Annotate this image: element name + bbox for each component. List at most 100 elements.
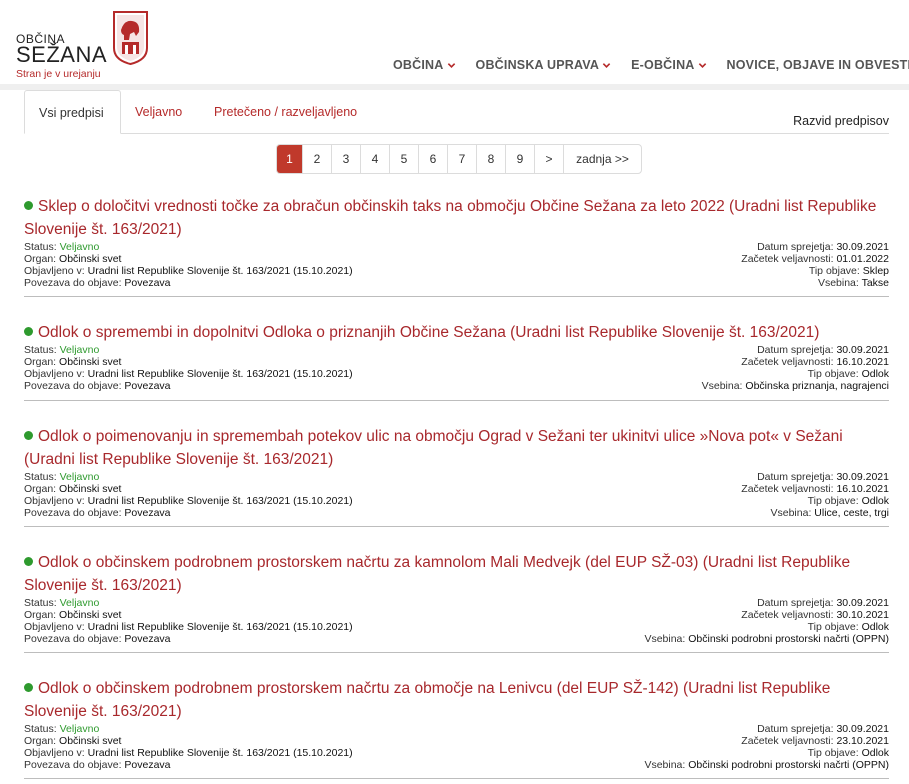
- tip-objave-row: Tip objave: Odlok: [644, 747, 889, 759]
- page-6-button[interactable]: 6: [418, 145, 447, 173]
- meta-left: Status: Veljavno Organ: Občinski svet Obja…: [24, 241, 353, 289]
- povezava-value[interactable]: Povezava: [124, 633, 170, 645]
- nav-item-4[interactable]: NOVICE, OBJAVE IN OBVESTI: [727, 56, 909, 74]
- page-7-button[interactable]: 7: [447, 145, 476, 173]
- vsebina-value: Občinski podrobni prostorski načrti (OPP…: [688, 759, 889, 771]
- chevron-down-icon: [602, 63, 611, 68]
- regulation-title-text: Odlok o občinskem podrobnem prostorskem …: [24, 680, 831, 720]
- regulation-title-link[interactable]: Odlok o občinskem podrobnem prostorskem …: [24, 551, 889, 597]
- vsebina-label: Vsebina:: [644, 633, 686, 645]
- organ-label: Organ:: [24, 735, 57, 747]
- regulation-tabs: Vsi predpisi Veljavno Pretečeno / razvel…: [24, 90, 889, 134]
- zacetek-veljavnosti-label: Začetek veljavnosti:: [741, 735, 834, 747]
- regulation-entry: Odlok o občinskem podrobnem prostorskem …: [24, 677, 889, 779]
- tip-objave-value: Odlok: [861, 747, 889, 759]
- regulation-entry: Odlok o poimenovanju in spremembah potek…: [24, 425, 889, 527]
- tip-objave-label: Tip objave:: [807, 747, 859, 759]
- main-nav: OBČINA OBČINSKA UPRAVA E-OBČINA NOVICE, OBJ…: [393, 56, 909, 74]
- tip-objave-row: Tip objave: Odlok: [741, 495, 889, 507]
- tip-objave-row: Tip objave: Odlok: [702, 368, 889, 380]
- razvid-predpisov-link[interactable]: Razvid predpisov: [793, 114, 889, 128]
- zacetek-veljavnosti-row: Začetek veljavnosti: 23.10.2021: [644, 735, 889, 747]
- datum-sprejetja-row: Datum sprejetja: 30.09.2021: [741, 471, 889, 483]
- zacetek-veljavnosti-row: Začetek veljavnosti: 01.01.2022: [741, 253, 889, 265]
- regulation-title-link[interactable]: Sklep o določitvi vrednosti točke za obr…: [24, 195, 889, 241]
- tip-objave-label: Tip objave:: [808, 265, 860, 277]
- page-3-button[interactable]: 3: [331, 145, 360, 173]
- povezava-value[interactable]: Povezava: [124, 380, 170, 392]
- datum-sprejetja-label: Datum sprejetja:: [757, 471, 834, 483]
- zacetek-veljavnosti-value: 23.10.2021: [836, 735, 889, 747]
- objavljeno-value: Uradni list Republike Slovenije št. 163/…: [87, 747, 353, 759]
- logo-sezana-text: SEŽANA: [16, 42, 108, 67]
- zacetek-veljavnosti-value: 30.10.2021: [836, 609, 889, 621]
- chevron-down-icon: [698, 63, 706, 68]
- organ-value: Občinski svet: [59, 483, 122, 495]
- povezava-row: Povezava do objave: Povezava: [24, 759, 353, 771]
- organ-value: Občinski svet: [59, 735, 122, 747]
- datum-sprejetja-row: Datum sprejetja: 30.09.2021: [702, 344, 889, 356]
- status-row: Status: Veljavno: [24, 597, 353, 609]
- vsebina-value: Takse: [861, 277, 889, 289]
- meta-right: Datum sprejetja: 30.09.2021 Začetek velja…: [644, 597, 889, 645]
- zacetek-veljavnosti-label: Začetek veljavnosti:: [741, 356, 834, 368]
- organ-value: Občinski svet: [59, 609, 122, 621]
- organ-label: Organ:: [24, 609, 57, 621]
- objavljeno-label: Objavljeno v:: [24, 265, 85, 277]
- vsebina-value: Ulice, ceste, trgi: [814, 507, 889, 519]
- next-page-button[interactable]: >: [534, 145, 563, 173]
- regulation-title-text: Odlok o občinskem podrobnem prostorskem …: [24, 554, 851, 594]
- status-dot-icon: [24, 683, 33, 692]
- datum-sprejetja-label: Datum sprejetja:: [757, 241, 834, 253]
- regulation-entry: Odlok o občinskem podrobnem prostorskem …: [24, 551, 889, 653]
- objavljeno-row: Objavljeno v: Uradni list Republike Slov…: [24, 747, 353, 759]
- nav-item-label: NOVICE, OBJAVE IN OBVESTI: [726, 58, 909, 72]
- meta-right: Datum sprejetja: 30.09.2021 Začetek velja…: [644, 723, 889, 771]
- status-label: Status:: [24, 597, 57, 609]
- status-row: Status: Veljavno: [24, 344, 353, 356]
- tip-objave-value: Odlok: [861, 495, 889, 507]
- regulation-title-link[interactable]: Odlok o poimenovanju in spremembah potek…: [24, 425, 889, 471]
- povezava-value[interactable]: Povezava: [124, 277, 170, 289]
- page-9-button[interactable]: 9: [505, 145, 534, 173]
- povezava-value[interactable]: Povezava: [124, 759, 170, 771]
- tab-veljavno[interactable]: Veljavno: [121, 90, 196, 134]
- regulation-title-link[interactable]: Odlok o občinskem podrobnem prostorskem …: [24, 677, 889, 723]
- status-label: Status:: [24, 241, 57, 253]
- tip-objave-label: Tip objave:: [807, 495, 859, 507]
- nav-item-3[interactable]: E-OBČINA: [631, 56, 706, 74]
- page-8-button[interactable]: 8: [476, 145, 505, 173]
- povezava-value[interactable]: Povezava: [124, 507, 170, 519]
- organ-row: Organ: Občinski svet: [24, 609, 353, 621]
- povezava-row: Povezava do objave: Povezava: [24, 507, 353, 519]
- nav-item-2[interactable]: OBČINSKA UPRAVA: [476, 56, 612, 74]
- last-page-button[interactable]: zadnja >>: [563, 145, 641, 173]
- organ-value: Občinski svet: [59, 356, 122, 368]
- tab-vsi-predpisi[interactable]: Vsi predpisi: [24, 90, 121, 134]
- regulation-title-link[interactable]: Odlok o spremembi in dopolnitvi Odloka o…: [24, 321, 889, 344]
- datum-sprejetja-label: Datum sprejetja:: [757, 597, 834, 609]
- meta-left: Status: Veljavno Organ: Občinski svet Obja…: [24, 597, 353, 645]
- tab-preteceno[interactable]: Pretečeno / razveljavljeno: [200, 90, 371, 134]
- chevron-down-icon: [447, 63, 455, 68]
- vsebina-row: Vsebina: Občinski podrobni prostorski na…: [644, 633, 889, 645]
- page-2-button[interactable]: 2: [302, 145, 331, 173]
- vsebina-label: Vsebina:: [770, 507, 812, 519]
- datum-sprejetja-row: Datum sprejetja: 30.09.2021: [644, 723, 889, 735]
- nav-item-label: E-OBČINA: [631, 58, 695, 72]
- page-1-button[interactable]: 1: [277, 145, 302, 173]
- objavljeno-label: Objavljeno v:: [24, 621, 85, 633]
- site-logo[interactable]: OBČINA SEŽANA Stran je v urejanju: [16, 10, 156, 82]
- status-value: Veljavno: [59, 723, 100, 735]
- datum-sprejetja-label: Datum sprejetja:: [757, 723, 834, 735]
- zacetek-veljavnosti-value: 16.10.2021: [836, 356, 889, 368]
- status-label: Status:: [24, 344, 57, 356]
- page-5-button[interactable]: 5: [389, 145, 418, 173]
- vsebina-label: Vsebina:: [817, 277, 859, 289]
- regulation-title-text: Sklep o določitvi vrednosti točke za obr…: [24, 198, 877, 238]
- page-4-button[interactable]: 4: [360, 145, 389, 173]
- tip-objave-row: Tip objave: Odlok: [644, 621, 889, 633]
- nav-item-1[interactable]: OBČINA: [393, 56, 456, 74]
- meta-right: Datum sprejetja: 30.09.2021 Začetek velja…: [741, 471, 889, 519]
- regulation-title-text: Odlok o poimenovanju in spremembah potek…: [24, 428, 843, 468]
